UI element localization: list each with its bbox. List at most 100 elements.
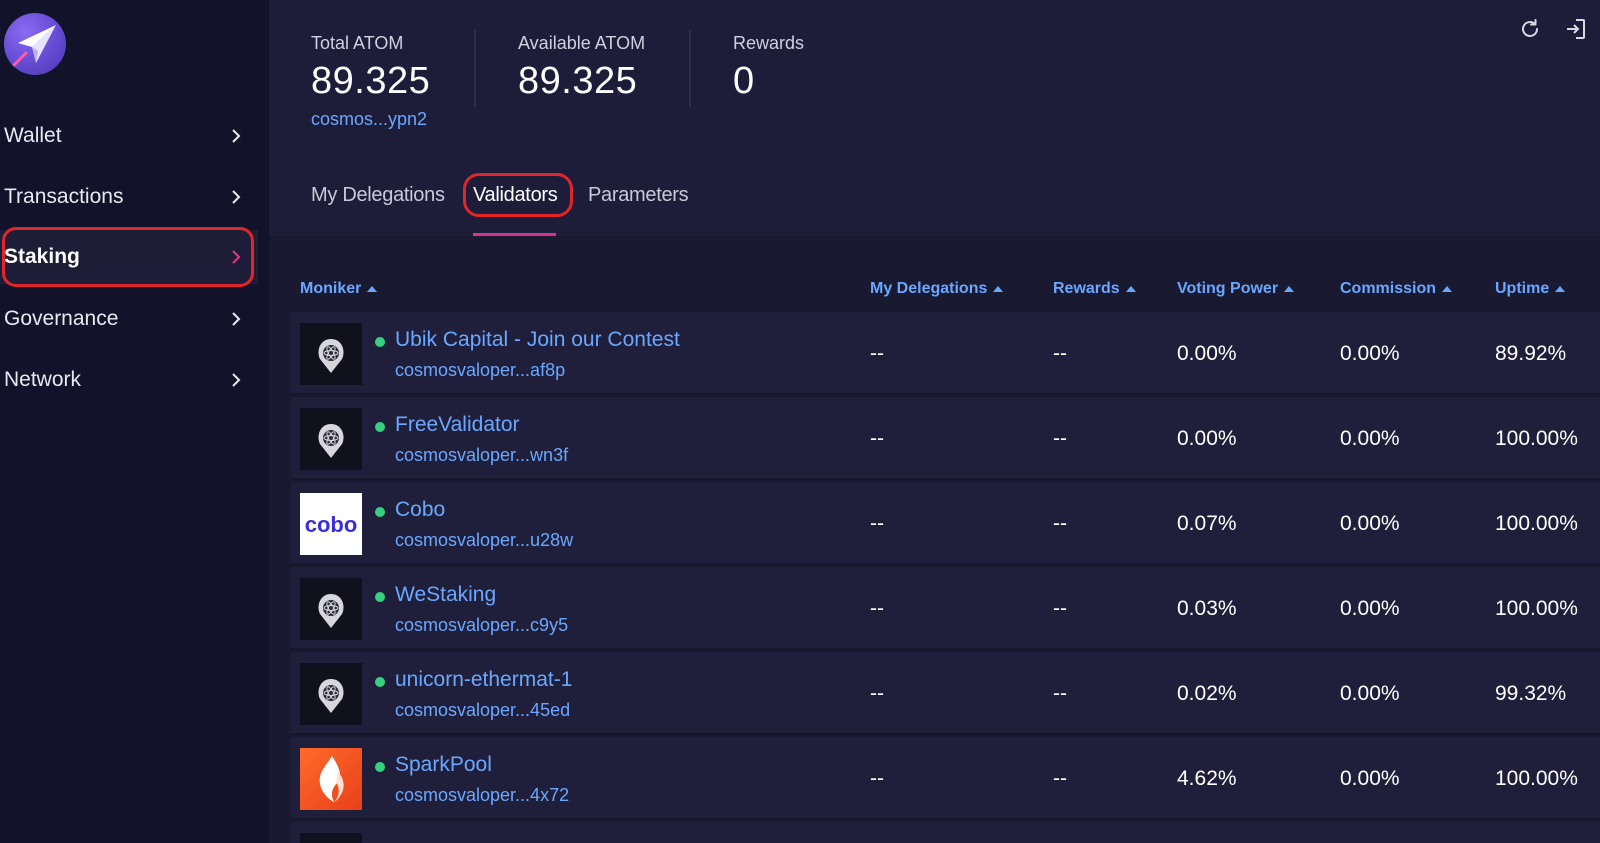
divider	[689, 30, 691, 107]
cell-rewards: --	[1053, 427, 1067, 450]
sort-asc-icon	[1284, 286, 1295, 292]
tab-my-delegations[interactable]: My Delegations	[311, 184, 445, 207]
wallet-address-link[interactable]: cosmos...ypn2	[311, 109, 430, 130]
cell-voting-power: 0.07%	[1177, 512, 1237, 535]
stat-label: Available ATOM	[518, 33, 646, 53]
flame-icon	[319, 756, 344, 802]
validators-table: Moniker My Delegations Rewards Voting Po…	[269, 236, 1600, 843]
cell-rewards: --	[1053, 597, 1067, 620]
sidebar-item-wallet[interactable]: Wallet	[0, 109, 258, 163]
sort-asc-icon	[367, 286, 378, 292]
validator-moniker[interactable]: SparkPool	[395, 753, 492, 777]
cell-voting-power: 0.03%	[1177, 597, 1237, 620]
status-active-indicator	[375, 677, 385, 687]
cell-voting-power: 0.02%	[1177, 682, 1237, 705]
cell-commission: 0.00%	[1340, 342, 1400, 365]
sidebar-item-network[interactable]: Network	[0, 353, 258, 407]
cell-rewards: --	[1053, 682, 1067, 705]
cell-uptime: 89.92%	[1495, 342, 1567, 365]
table-row[interactable]: Ubik Capital - Join our Contest cosmosva…	[291, 312, 1600, 395]
tab-parameters[interactable]: Parameters	[588, 184, 689, 207]
app-logo[interactable]	[4, 13, 66, 75]
cell-rewards: --	[1053, 342, 1067, 365]
table-row[interactable]: WeStaking cosmosvaloper...c9y5 -- -- 0.0…	[291, 567, 1600, 650]
validator-operator-address[interactable]: cosmosvaloper...4x72	[395, 785, 569, 806]
sidebar-item-label: Wallet	[4, 124, 62, 147]
cell-my-delegations: --	[870, 767, 884, 790]
validator-operator-address[interactable]: cosmosvaloper...c9y5	[395, 615, 568, 636]
column-header-voting-power[interactable]: Voting Power	[1177, 280, 1295, 298]
validator-operator-address[interactable]: cosmosvaloper...45ed	[395, 700, 570, 721]
table-row[interactable]: FreeValidator cosmosvaloper...wn3f -- --…	[291, 397, 1600, 480]
column-header-rewards[interactable]: Rewards	[1053, 280, 1136, 298]
cell-uptime: 100.00%	[1495, 512, 1578, 535]
refresh-icon[interactable]	[1518, 17, 1542, 41]
stat-value: 89.325	[311, 60, 431, 102]
table-header: Moniker My Delegations Rewards Voting Po…	[269, 236, 1600, 312]
validator-operator-address[interactable]: cosmosvaloper...af8p	[395, 360, 565, 381]
tab-validators[interactable]: Validators	[473, 184, 558, 207]
stat-value: 89.325	[518, 60, 638, 102]
sort-asc-icon	[1555, 286, 1566, 292]
status-active-indicator	[375, 507, 385, 517]
validator-operator-address[interactable]: cosmosvaloper...u28w	[395, 530, 573, 551]
status-active-indicator	[375, 422, 385, 432]
column-header-commission[interactable]: Commission	[1340, 280, 1453, 298]
validator-moniker[interactable]: Ubik Capital - Join our Contest	[395, 328, 680, 352]
sidebar-item-label: Staking	[4, 245, 80, 268]
column-header-label: Commission	[1340, 280, 1437, 297]
table-row[interactable]	[291, 822, 1600, 843]
validator-avatar	[300, 323, 362, 385]
cell-uptime: 100.00%	[1495, 427, 1578, 450]
table-row[interactable]: unicorn-ethermat-1 cosmosvaloper...45ed …	[291, 652, 1600, 735]
validator-avatar	[300, 833, 362, 843]
cell-uptime: 100.00%	[1495, 597, 1578, 620]
cell-my-delegations: --	[870, 342, 884, 365]
validator-avatar	[300, 663, 362, 725]
validator-moniker[interactable]: WeStaking	[395, 583, 496, 607]
cell-commission: 0.00%	[1340, 767, 1400, 790]
cell-rewards: --	[1053, 767, 1067, 790]
cell-uptime: 100.00%	[1495, 767, 1578, 790]
chevron-right-icon	[232, 250, 241, 264]
stat-label: Total ATOM	[311, 33, 404, 53]
cell-rewards: --	[1053, 512, 1067, 535]
divider	[474, 30, 476, 107]
column-header-moniker[interactable]: Moniker	[300, 280, 378, 298]
stat-value: 0	[733, 60, 755, 102]
stat-total-atom: Total ATOM 89.325 cosmos...ypn2	[311, 33, 430, 130]
validator-moniker[interactable]: FreeValidator	[395, 413, 520, 437]
logout-icon[interactable]	[1564, 17, 1588, 41]
chevron-right-icon	[232, 312, 241, 326]
validator-avatar	[300, 748, 362, 810]
column-header-label: Uptime	[1495, 280, 1550, 297]
paper-plane-icon	[12, 25, 56, 67]
sort-asc-icon	[1125, 286, 1136, 292]
column-header-label: Moniker	[300, 280, 362, 297]
validator-avatar	[300, 408, 362, 470]
stat-rewards: Rewards 0	[733, 33, 804, 103]
chevron-right-icon	[232, 373, 241, 387]
svg-text:cobo: cobo	[305, 512, 358, 537]
sort-asc-icon	[993, 286, 1004, 292]
cosmos-atom-icon	[318, 424, 344, 458]
stat-available-atom: Available ATOM 89.325	[518, 33, 645, 103]
column-header-my-delegations[interactable]: My Delegations	[870, 280, 1004, 298]
status-active-indicator	[375, 337, 385, 347]
table-row[interactable]: cobo Cobo cosmosvaloper...u28w -- -- 0.0…	[291, 482, 1600, 565]
sidebar-item-transactions[interactable]: Transactions	[0, 170, 258, 224]
validator-operator-address[interactable]: cosmosvaloper...wn3f	[395, 445, 568, 466]
status-active-indicator	[375, 592, 385, 602]
cell-uptime: 99.32%	[1495, 682, 1567, 705]
stat-label: Rewards	[733, 33, 805, 53]
table-row[interactable]: SparkPool cosmosvaloper...4x72 -- -- 4.6…	[291, 737, 1600, 820]
column-header-label: Voting Power	[1177, 280, 1279, 297]
column-header-uptime[interactable]: Uptime	[1495, 280, 1566, 298]
validator-moniker[interactable]: Cobo	[395, 498, 445, 522]
sidebar-item-staking[interactable]: Staking	[0, 230, 258, 284]
sidebar-item-governance[interactable]: Governance	[0, 292, 258, 346]
validator-moniker[interactable]: unicorn-ethermat-1	[395, 668, 572, 692]
cosmos-atom-icon	[318, 594, 344, 628]
cell-my-delegations: --	[870, 427, 884, 450]
column-header-label: My Delegations	[870, 280, 988, 297]
